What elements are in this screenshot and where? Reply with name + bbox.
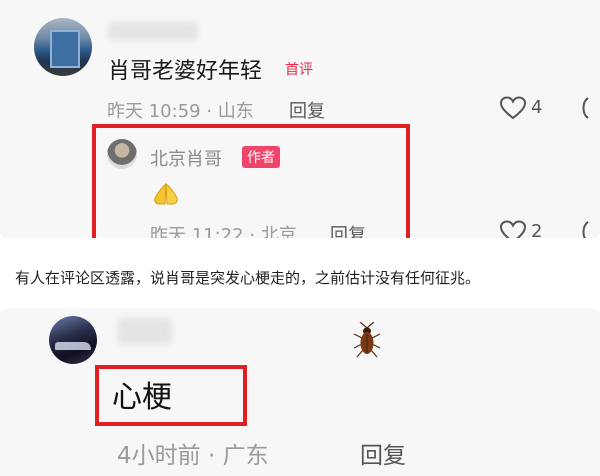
avatar[interactable] <box>49 316 97 364</box>
first-comment-badge: 首评 <box>285 62 313 78</box>
comment-timestamp-location: 昨天 10:59 · 山东 <box>107 101 254 122</box>
share-icon[interactable] <box>580 220 600 238</box>
reply-author-name[interactable]: 北京肖哥 <box>150 145 222 171</box>
reply-button[interactable]: 回复 <box>289 97 325 123</box>
comment-text: 肖哥老婆好年轻 <box>108 59 263 84</box>
reply-button[interactable]: 回复 <box>360 436 406 470</box>
comment-card-1: 肖哥老婆好年轻 首评 昨天 10:59 · 山东 回复 4 北京肖哥 作者 昨天… <box>0 0 600 238</box>
blurred-username <box>118 318 172 344</box>
author-avatar[interactable] <box>107 139 137 169</box>
comment-timestamp-location: 4小时前 · 广东 <box>117 443 269 469</box>
like-count: 4 <box>531 97 543 118</box>
heart-icon[interactable] <box>499 220 527 238</box>
heart-icon[interactable] <box>499 96 527 124</box>
like-count: 2 <box>531 221 543 238</box>
article-caption: 有人在评论区透露，说肖哥是突发心梗走的，之前估计没有任何征兆。 <box>15 269 481 287</box>
blurred-username <box>108 22 198 40</box>
avatar[interactable] <box>34 18 92 76</box>
share-icon[interactable] <box>580 96 600 124</box>
cockroach-icon <box>352 321 382 362</box>
reply-button[interactable]: 回复 <box>330 221 366 238</box>
pray-hands-emoji <box>152 180 180 210</box>
author-badge: 作者 <box>242 146 280 168</box>
reply-timestamp-location: 昨天 11:22 · 北京 <box>150 225 297 238</box>
highlight-box <box>95 365 247 426</box>
